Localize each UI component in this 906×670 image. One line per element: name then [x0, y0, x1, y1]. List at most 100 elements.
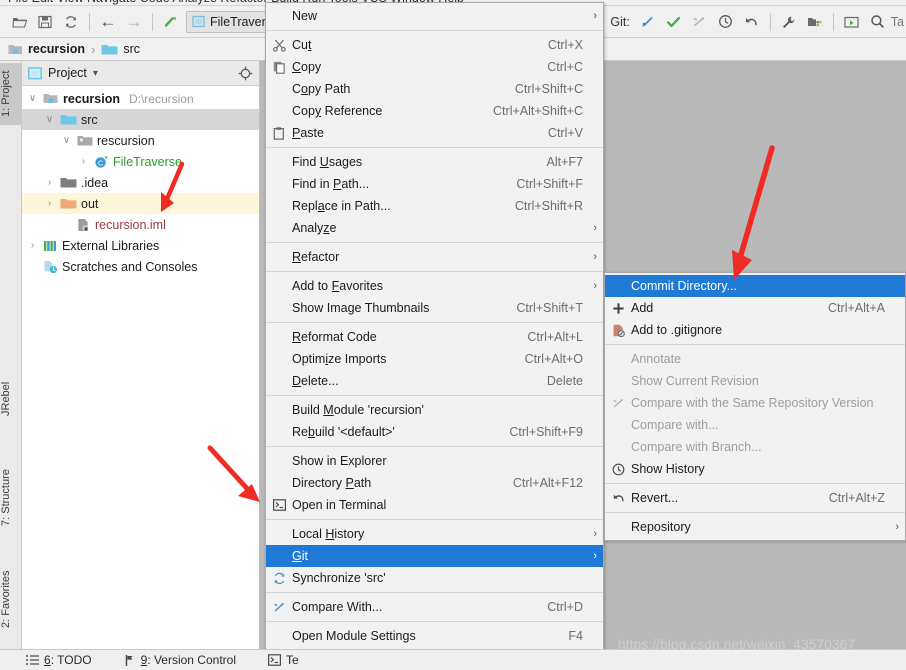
- commit-check-icon[interactable]: [661, 10, 687, 34]
- tree-node-rescursion[interactable]: ∨ rescursion: [22, 130, 259, 151]
- target-icon[interactable]: [238, 66, 253, 81]
- chevron-down-icon[interactable]: ▾: [93, 68, 98, 79]
- menu-item-add-to-favorites[interactable]: Add to Favorites ›: [266, 275, 603, 297]
- run-terminal-icon[interactable]: [839, 10, 865, 34]
- breadcrumb-item-src[interactable]: src: [101, 42, 140, 56]
- terminal-icon: [266, 494, 292, 516]
- back-icon[interactable]: ←: [95, 10, 121, 34]
- menu-item-optimize-imports[interactable]: Optimize Imports Ctrl+Alt+O: [266, 348, 603, 370]
- chevron-down-icon[interactable]: ∨: [60, 135, 73, 146]
- compare-icon[interactable]: [687, 10, 713, 34]
- menu-item-git[interactable]: Git ›: [266, 545, 603, 567]
- menu-item-find-usages[interactable]: Find Usages Alt+F7: [266, 151, 603, 173]
- menu-item-icon-none: [266, 275, 292, 297]
- update-project-icon[interactable]: [635, 10, 661, 34]
- menu-item-synchronize-src[interactable]: Synchronize 'src': [266, 567, 603, 589]
- chevron-right-icon[interactable]: ›: [43, 177, 56, 188]
- forward-icon[interactable]: →: [121, 10, 147, 34]
- chevron-right-icon[interactable]: ›: [77, 156, 90, 167]
- menu-item-shortcut: Alt+F7: [546, 155, 583, 169]
- menu-item-show-in-explorer[interactable]: Show in Explorer: [266, 450, 603, 472]
- menu-item-revert[interactable]: Revert... Ctrl+Alt+Z: [605, 487, 905, 509]
- menu-item-shortcut: Ctrl+Alt+Z: [828, 491, 885, 505]
- svg-text:C: C: [98, 158, 104, 167]
- tree-node-recursion-iml[interactable]: recursion.iml: [22, 214, 259, 235]
- menu-item-open-module-settings[interactable]: Open Module Settings F4: [266, 625, 603, 647]
- tool-window-jrebel[interactable]: JRebel: [0, 376, 22, 422]
- menu-item-copy[interactable]: Copy Ctrl+C: [266, 56, 603, 78]
- submenu-chevron-icon: ›: [593, 550, 597, 562]
- menu-item-copy-path[interactable]: Copy Path Ctrl+Shift+C: [266, 78, 603, 100]
- menu-item-cut[interactable]: Cut Ctrl+X: [266, 34, 603, 56]
- menu-item-local-history[interactable]: Local History ›: [266, 523, 603, 545]
- chevron-down-icon[interactable]: ∨: [43, 114, 56, 125]
- chevron-right-icon[interactable]: ›: [26, 240, 39, 251]
- tool-window-project[interactable]: 1: Project: [0, 63, 22, 125]
- tree-node-scratches-and-consoles[interactable]: Scratches and Consoles: [22, 256, 259, 277]
- menu-item-reformat-code[interactable]: Reformat Code Ctrl+Alt+L: [266, 326, 603, 348]
- tree-node-recursion[interactable]: ∨ recursion D:\recursion: [22, 88, 259, 109]
- submenu-chevron-icon: ›: [593, 280, 597, 292]
- search-everywhere-icon[interactable]: [865, 10, 891, 34]
- menu-item-add[interactable]: Add Ctrl+Alt+A: [605, 297, 905, 319]
- menu-item-delete[interactable]: Delete... Delete: [266, 370, 603, 392]
- history-clock-icon[interactable]: [713, 10, 739, 34]
- tree-node-label: .idea: [81, 175, 109, 190]
- menu-item-icon-none: [266, 297, 292, 319]
- menu-item-label: Compare with Branch...: [631, 440, 762, 454]
- breadcrumb-item-module[interactable]: recursion: [8, 42, 85, 56]
- menu-item-add-to-gitignore[interactable]: Add to .gitignore: [605, 319, 905, 341]
- menu-item-new[interactable]: New ›: [266, 5, 603, 27]
- menu-item-replace-in-path[interactable]: Replace in Path... Ctrl+Shift+R: [266, 195, 603, 217]
- menu-item-label: Synchronize 'src': [292, 571, 386, 585]
- status-terminal[interactable]: Te: [264, 653, 311, 667]
- tool-window-structure[interactable]: 7: Structure: [0, 461, 22, 535]
- menu-item-open-in-terminal[interactable]: Open in Terminal: [266, 494, 603, 516]
- menu-item-directory-path[interactable]: Directory Path Ctrl+Alt+F12: [266, 472, 603, 494]
- copy-icon: [266, 56, 292, 78]
- menu-item-compare-with[interactable]: Compare With... Ctrl+D: [266, 596, 603, 618]
- sync-icon[interactable]: [58, 10, 84, 34]
- tree-node-filetraverse[interactable]: › C FileTraverse: [22, 151, 259, 172]
- menu-item-icon-none: [266, 326, 292, 348]
- menu-item-find-in-path[interactable]: Find in Path... Ctrl+Shift+F: [266, 173, 603, 195]
- menu-item-icon-none: [266, 5, 292, 27]
- tree-node-out[interactable]: › out: [22, 193, 259, 214]
- tree-node-src[interactable]: ∨ src: [22, 109, 259, 130]
- menu-item-label: Show Current Revision: [631, 374, 759, 388]
- status-todo[interactable]: 6: TODO: [22, 653, 104, 667]
- chevron-down-icon[interactable]: ∨: [26, 93, 39, 104]
- menu-item-commit-directory[interactable]: Commit Directory...: [605, 275, 905, 297]
- project-tree[interactable]: ∨ recursion D:\recursion ∨ src ∨ rescursion › C F…: [22, 86, 259, 277]
- jrebel-run-icon[interactable]: [158, 10, 184, 34]
- context-menu[interactable]: New › Cut Ctrl+X Copy Ctrl+C Copy Path Ctrl+Shi…: [265, 2, 604, 670]
- status-version-control[interactable]: 9: Version Control: [120, 653, 248, 667]
- menu-item-copy-reference[interactable]: Copy Reference Ctrl+Alt+Shift+C: [266, 100, 603, 122]
- menu-item-paste[interactable]: Paste Ctrl+V: [266, 122, 603, 144]
- chevron-right-icon[interactable]: ›: [43, 198, 56, 209]
- menu-separator: [266, 30, 603, 31]
- tree-node-idea[interactable]: › .idea: [22, 172, 259, 193]
- menu-separator: [605, 512, 905, 513]
- module-icon: [8, 43, 23, 56]
- open-folder-icon[interactable]: [6, 10, 32, 34]
- git-submenu[interactable]: Commit Directory... Add Ctrl+Alt+A Add to .…: [604, 272, 906, 541]
- tool-window-favorites[interactable]: 2: Favorites: [0, 561, 22, 637]
- submenu-chevron-icon: ›: [593, 222, 597, 234]
- project-structure-icon[interactable]: [802, 10, 828, 34]
- status-terminal-label: Te: [286, 653, 299, 667]
- menu-item-build-module[interactable]: Build Module 'recursion': [266, 399, 603, 421]
- settings-wrench-icon[interactable]: [776, 10, 802, 34]
- revert-undo-icon[interactable]: [739, 10, 765, 34]
- menu-item-analyze[interactable]: Analyze ›: [266, 217, 603, 239]
- menu-item-show-image-thumbnails[interactable]: Show Image Thumbnails Ctrl+Shift+T: [266, 297, 603, 319]
- tree-node-external-libraries[interactable]: › External Libraries: [22, 235, 259, 256]
- menu-separator: [266, 271, 603, 272]
- menu-item-rebuild-default[interactable]: Rebuild '<default>' Ctrl+Shift+F9: [266, 421, 603, 443]
- menu-item-show-history[interactable]: Show History: [605, 458, 905, 480]
- menu-item-refactor[interactable]: Refactor ›: [266, 246, 603, 268]
- menu-item-icon-none: [266, 100, 292, 122]
- package-icon: [77, 134, 93, 147]
- save-all-icon[interactable]: [32, 10, 58, 34]
- menu-item-repository[interactable]: Repository ›: [605, 516, 905, 538]
